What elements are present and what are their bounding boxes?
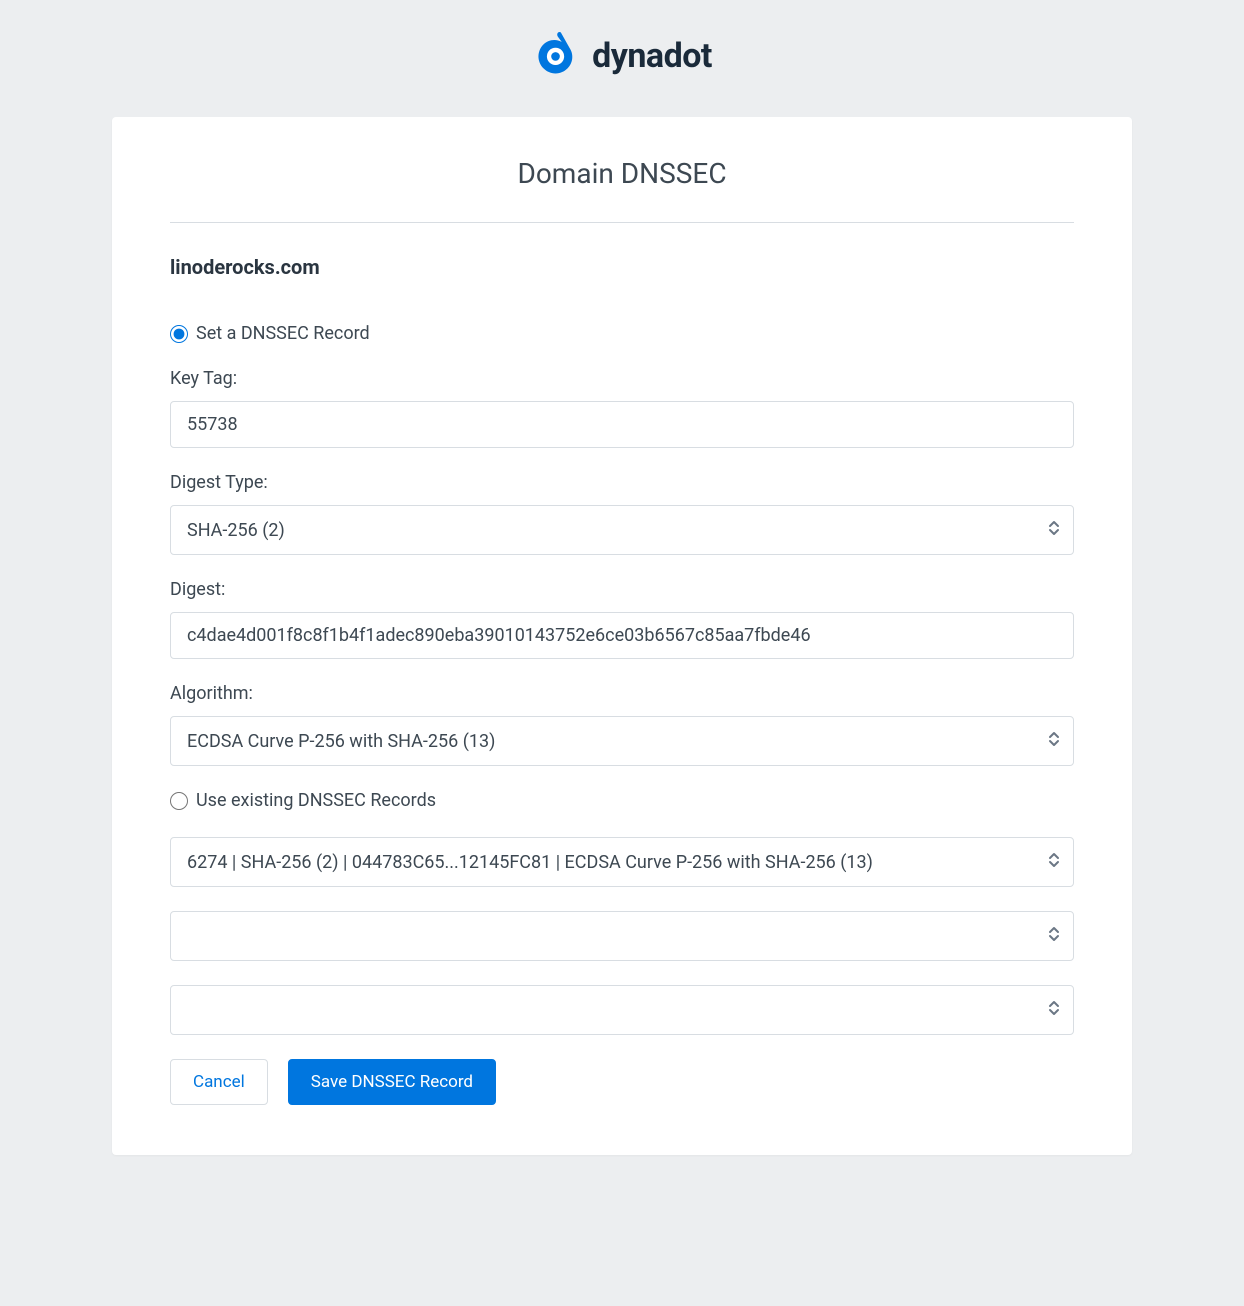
- option-use-existing[interactable]: Use existing DNSSEC Records: [170, 790, 1074, 811]
- page-title: Domain DNSSEC: [170, 157, 1074, 190]
- domain-name: linoderocks.com: [170, 255, 1074, 279]
- existing-record-select-3[interactable]: [170, 985, 1074, 1035]
- radio-use-existing[interactable]: [170, 792, 188, 810]
- key-tag-label: Key Tag:: [170, 368, 1074, 389]
- divider: [170, 222, 1074, 223]
- save-button[interactable]: Save DNSSEC Record: [288, 1059, 496, 1105]
- radio-use-existing-label: Use existing DNSSEC Records: [196, 790, 436, 811]
- radio-set-dnssec[interactable]: [170, 325, 188, 343]
- cancel-button[interactable]: Cancel: [170, 1059, 268, 1105]
- radio-set-dnssec-label: Set a DNSSEC Record: [196, 323, 370, 344]
- existing-record-select-2[interactable]: [170, 911, 1074, 961]
- algorithm-select[interactable]: ECDSA Curve P-256 with SHA-256 (13): [170, 716, 1074, 766]
- dnssec-card: Domain DNSSEC linoderocks.com Set a DNSS…: [112, 117, 1132, 1155]
- digest-type-label: Digest Type:: [170, 472, 1074, 493]
- key-tag-input[interactable]: [170, 401, 1074, 448]
- brand-name: dynadot: [592, 36, 712, 76]
- digest-label: Digest:: [170, 579, 1074, 600]
- digest-type-select[interactable]: SHA-256 (2): [170, 505, 1074, 555]
- brand-header: dynadot: [20, 30, 1224, 82]
- existing-record-select-1[interactable]: 6274 | SHA-256 (2) | 044783C65...12145FC…: [170, 837, 1074, 887]
- option-set-dnssec[interactable]: Set a DNSSEC Record: [170, 323, 1074, 344]
- button-row: Cancel Save DNSSEC Record: [170, 1059, 1074, 1105]
- algorithm-label: Algorithm:: [170, 683, 1074, 704]
- digest-input[interactable]: [170, 612, 1074, 659]
- dynadot-logo-icon: [532, 30, 592, 82]
